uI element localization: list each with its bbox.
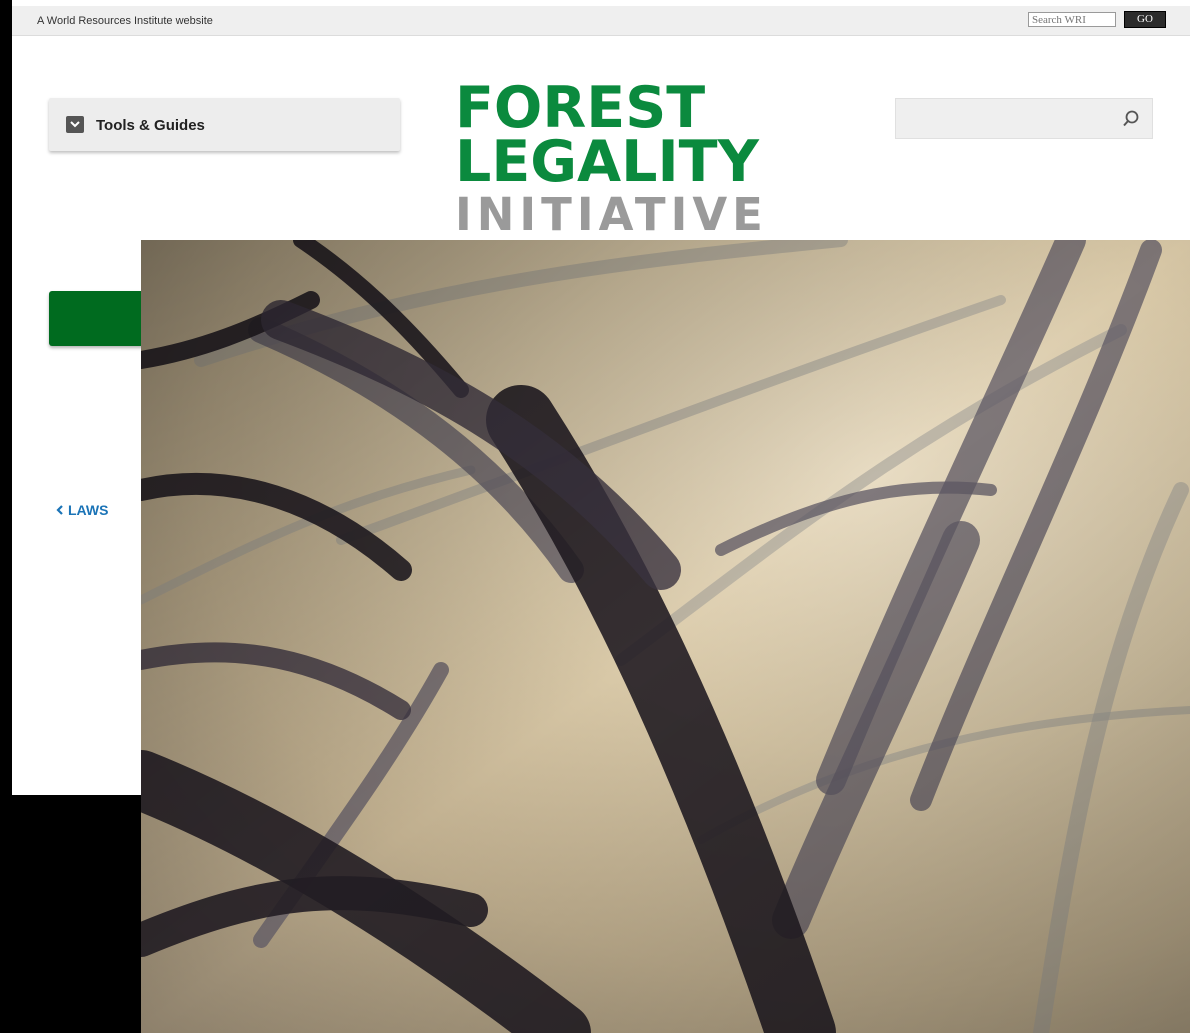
micrograph-fibers bbox=[141, 240, 1190, 1033]
tools-guides-button[interactable]: Tools & Guides bbox=[49, 98, 400, 151]
chevron-down-icon bbox=[66, 116, 84, 133]
site-logo[interactable]: FOREST LEGALITY INITIATIVE bbox=[455, 80, 768, 241]
wri-search-input[interactable] bbox=[1028, 12, 1116, 27]
wri-website-link[interactable]: A World Resources Institute website bbox=[37, 15, 213, 27]
chevron-left-icon bbox=[56, 502, 64, 518]
window-edge bbox=[0, 0, 12, 1033]
wood-fiber-micrograph bbox=[141, 240, 1190, 1033]
tools-guides-label: Tools & Guides bbox=[96, 117, 205, 134]
search-icon[interactable] bbox=[1122, 110, 1140, 133]
logo-line-initiative: INITIATIVE bbox=[455, 188, 768, 241]
wri-topbar: A World Resources Institute website GO bbox=[12, 6, 1190, 36]
back-to-laws-link[interactable]: LAWS bbox=[56, 502, 108, 518]
logo-line-legality: LEGALITY bbox=[455, 129, 759, 195]
back-link-label: LAWS bbox=[68, 502, 109, 518]
wri-go-button[interactable]: GO bbox=[1124, 11, 1166, 28]
site-search-input[interactable] bbox=[895, 98, 1153, 139]
